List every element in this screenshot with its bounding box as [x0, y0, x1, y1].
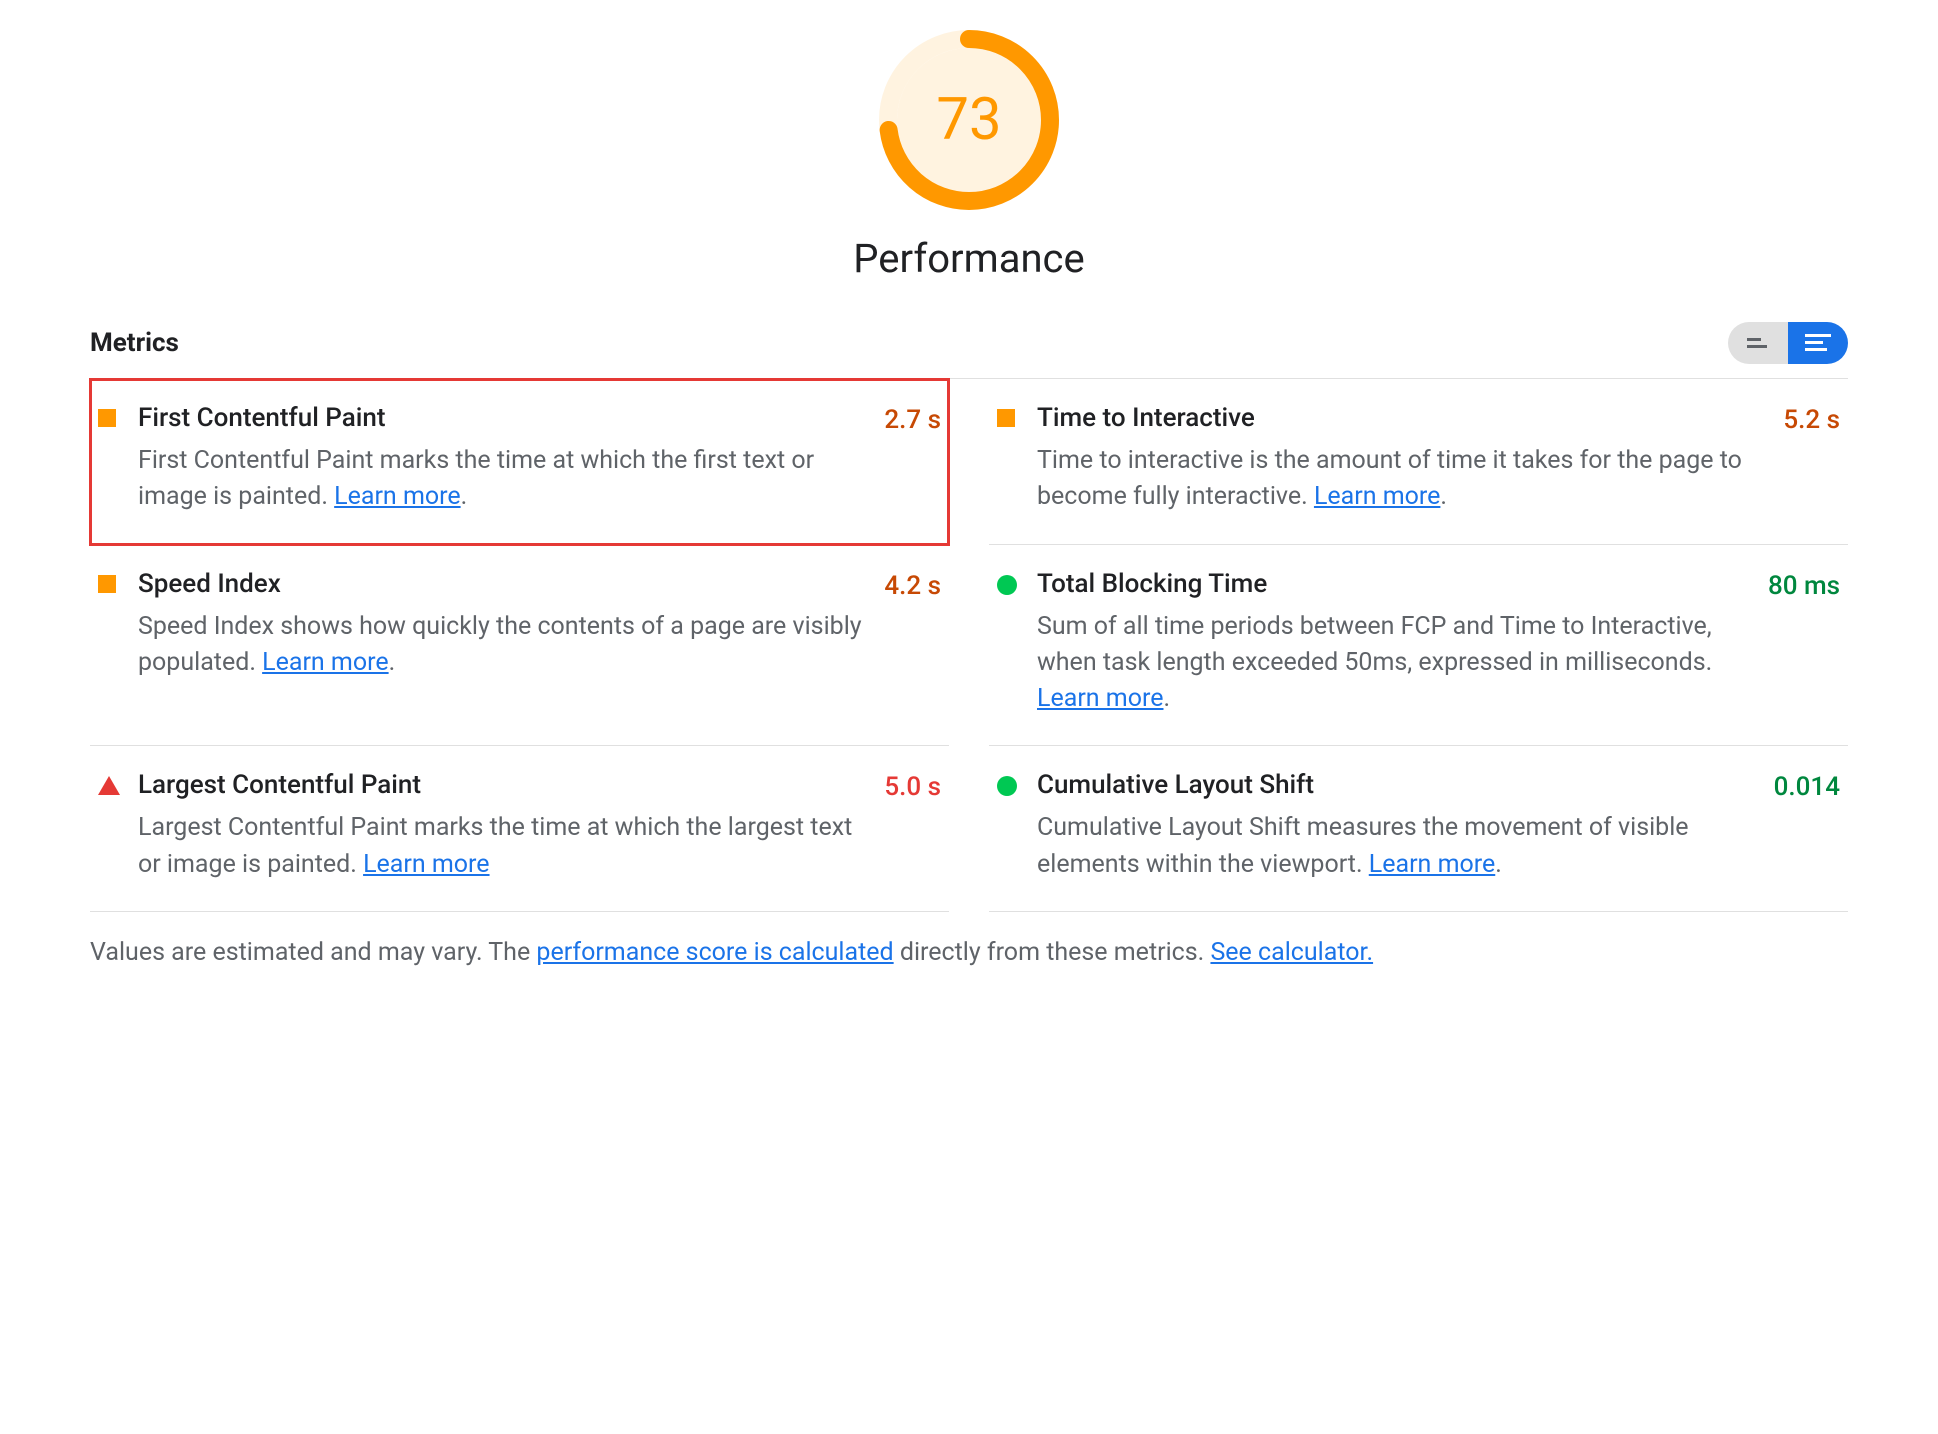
- learn-more-link[interactable]: Learn more: [1369, 850, 1495, 879]
- metric-description-suffix: .: [461, 482, 468, 511]
- metric-card: Time to Interactive Time to interactive i…: [989, 379, 1848, 545]
- metric-description-text: First Contentful Paint marks the time at…: [138, 446, 814, 511]
- footnote-text: Values are estimated and may vary. The: [90, 938, 536, 967]
- metric-description-suffix: .: [1495, 850, 1502, 879]
- metric-status-icon: [98, 770, 138, 795]
- metric-title: Cumulative Layout Shift: [1037, 770, 1754, 800]
- square-icon: [997, 409, 1015, 427]
- metric-status-icon: [997, 403, 1037, 427]
- metric-card: Total Blocking Time Sum of all time perio…: [989, 545, 1848, 747]
- metric-description: Time to interactive is the amount of tim…: [1037, 443, 1763, 516]
- learn-more-link[interactable]: Learn more: [363, 850, 489, 879]
- metric-description: Sum of all time periods between FCP and …: [1037, 609, 1748, 718]
- metric-status-icon: [997, 569, 1037, 595]
- square-icon: [98, 575, 116, 593]
- metric-body: Speed Index Speed Index shows how quickly…: [138, 569, 884, 682]
- metric-card: Cumulative Layout Shift Cumulative Layout…: [989, 746, 1848, 912]
- metric-description-suffix: .: [1440, 482, 1447, 511]
- metric-description-suffix: .: [1163, 684, 1170, 713]
- score-gauge: 73: [879, 30, 1059, 210]
- metric-title: First Contentful Paint: [138, 403, 864, 433]
- metric-value: 2.7 s: [884, 403, 941, 435]
- metric-title: Time to Interactive: [1037, 403, 1763, 433]
- metric-description-text: Cumulative Layout Shift measures the mov…: [1037, 813, 1689, 878]
- compact-view-button[interactable]: [1728, 322, 1788, 364]
- metric-title: Speed Index: [138, 569, 864, 599]
- footnote: Values are estimated and may vary. The p…: [90, 912, 1848, 967]
- metric-value: 0.014: [1774, 770, 1840, 802]
- performance-score-link[interactable]: performance score is calculated: [536, 938, 893, 967]
- metrics-heading: Metrics: [90, 328, 179, 358]
- gauge-title: Performance: [853, 235, 1084, 282]
- expanded-view-button[interactable]: [1788, 322, 1848, 364]
- metric-status-icon: [98, 569, 138, 593]
- metric-description: Cumulative Layout Shift measures the mov…: [1037, 810, 1754, 883]
- metric-description-text: Sum of all time periods between FCP and …: [1037, 612, 1712, 677]
- metric-description: First Contentful Paint marks the time at…: [138, 443, 864, 516]
- metric-value: 80 ms: [1768, 569, 1840, 601]
- triangle-icon: [98, 776, 120, 795]
- metric-description-text: Largest Contentful Paint marks the time …: [138, 813, 852, 878]
- metric-status-icon: [98, 403, 138, 427]
- metrics-header: Metrics: [90, 322, 1848, 379]
- metric-card: Speed Index Speed Index shows how quickly…: [90, 545, 949, 747]
- learn-more-link[interactable]: Learn more: [1037, 684, 1163, 713]
- metric-body: First Contentful Paint First Contentful P…: [138, 403, 884, 516]
- square-icon: [98, 409, 116, 427]
- metric-value: 5.0 s: [884, 770, 941, 802]
- learn-more-link[interactable]: Learn more: [334, 482, 460, 511]
- circle-icon: [997, 776, 1017, 796]
- metric-card: First Contentful Paint First Contentful P…: [90, 379, 949, 545]
- metric-status-icon: [997, 770, 1037, 796]
- metric-body: Total Blocking Time Sum of all time perio…: [1037, 569, 1768, 718]
- see-calculator-link[interactable]: See calculator.: [1210, 938, 1373, 967]
- metric-card: Largest Contentful Paint Largest Contentf…: [90, 746, 949, 912]
- metrics-grid: First Contentful Paint First Contentful P…: [90, 379, 1848, 912]
- learn-more-link[interactable]: Learn more: [262, 648, 388, 677]
- circle-icon: [997, 575, 1017, 595]
- footnote-text-mid: directly from these metrics.: [894, 938, 1211, 967]
- metric-description: Largest Contentful Paint marks the time …: [138, 810, 864, 883]
- performance-gauge-section: 73 Performance: [90, 30, 1848, 282]
- metric-description-suffix: .: [389, 648, 396, 677]
- metric-body: Time to Interactive Time to interactive i…: [1037, 403, 1783, 516]
- metric-body: Largest Contentful Paint Largest Contentf…: [138, 770, 884, 883]
- metric-body: Cumulative Layout Shift Cumulative Layout…: [1037, 770, 1774, 883]
- metric-title: Largest Contentful Paint: [138, 770, 864, 800]
- metric-value: 5.2 s: [1783, 403, 1840, 435]
- view-toggle: [1728, 322, 1848, 364]
- metric-description: Speed Index shows how quickly the conten…: [138, 609, 864, 682]
- metric-description-text: Speed Index shows how quickly the conten…: [138, 612, 862, 677]
- score-value: 73: [879, 30, 1059, 210]
- metric-value: 4.2 s: [884, 569, 941, 601]
- metric-title: Total Blocking Time: [1037, 569, 1748, 599]
- learn-more-link[interactable]: Learn more: [1314, 482, 1440, 511]
